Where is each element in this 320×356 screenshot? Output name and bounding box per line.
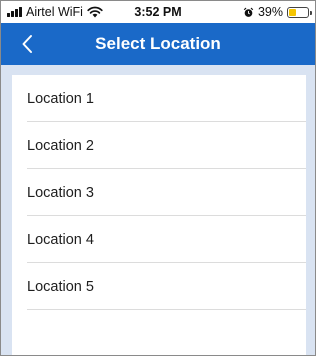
location-list-card: Location 1 Location 2 Location 3 Locatio… [12,75,306,355]
alarm-icon [243,7,254,17]
page-title: Select Location [95,34,221,53]
battery-percent: 39% [257,5,283,19]
content-area: Location 1 Location 2 Location 3 Locatio… [1,65,315,355]
app-header: Select Location [1,23,315,65]
status-right: 39% [243,5,312,19]
location-item-3[interactable]: Location 3 [12,169,306,216]
phone-screen: Airtel WiFi 3:52 PM 39% Select Location … [0,0,316,356]
location-item-1[interactable]: Location 1 [12,75,306,122]
battery-icon [287,6,312,18]
location-item-5[interactable]: Location 5 [12,263,306,310]
location-item-2[interactable]: Location 2 [12,122,306,169]
battery-fill [289,8,296,16]
location-list: Location 1 Location 2 Location 3 Locatio… [12,75,306,310]
location-item-4[interactable]: Location 4 [12,216,306,263]
status-bar: Airtel WiFi 3:52 PM 39% [1,1,315,23]
